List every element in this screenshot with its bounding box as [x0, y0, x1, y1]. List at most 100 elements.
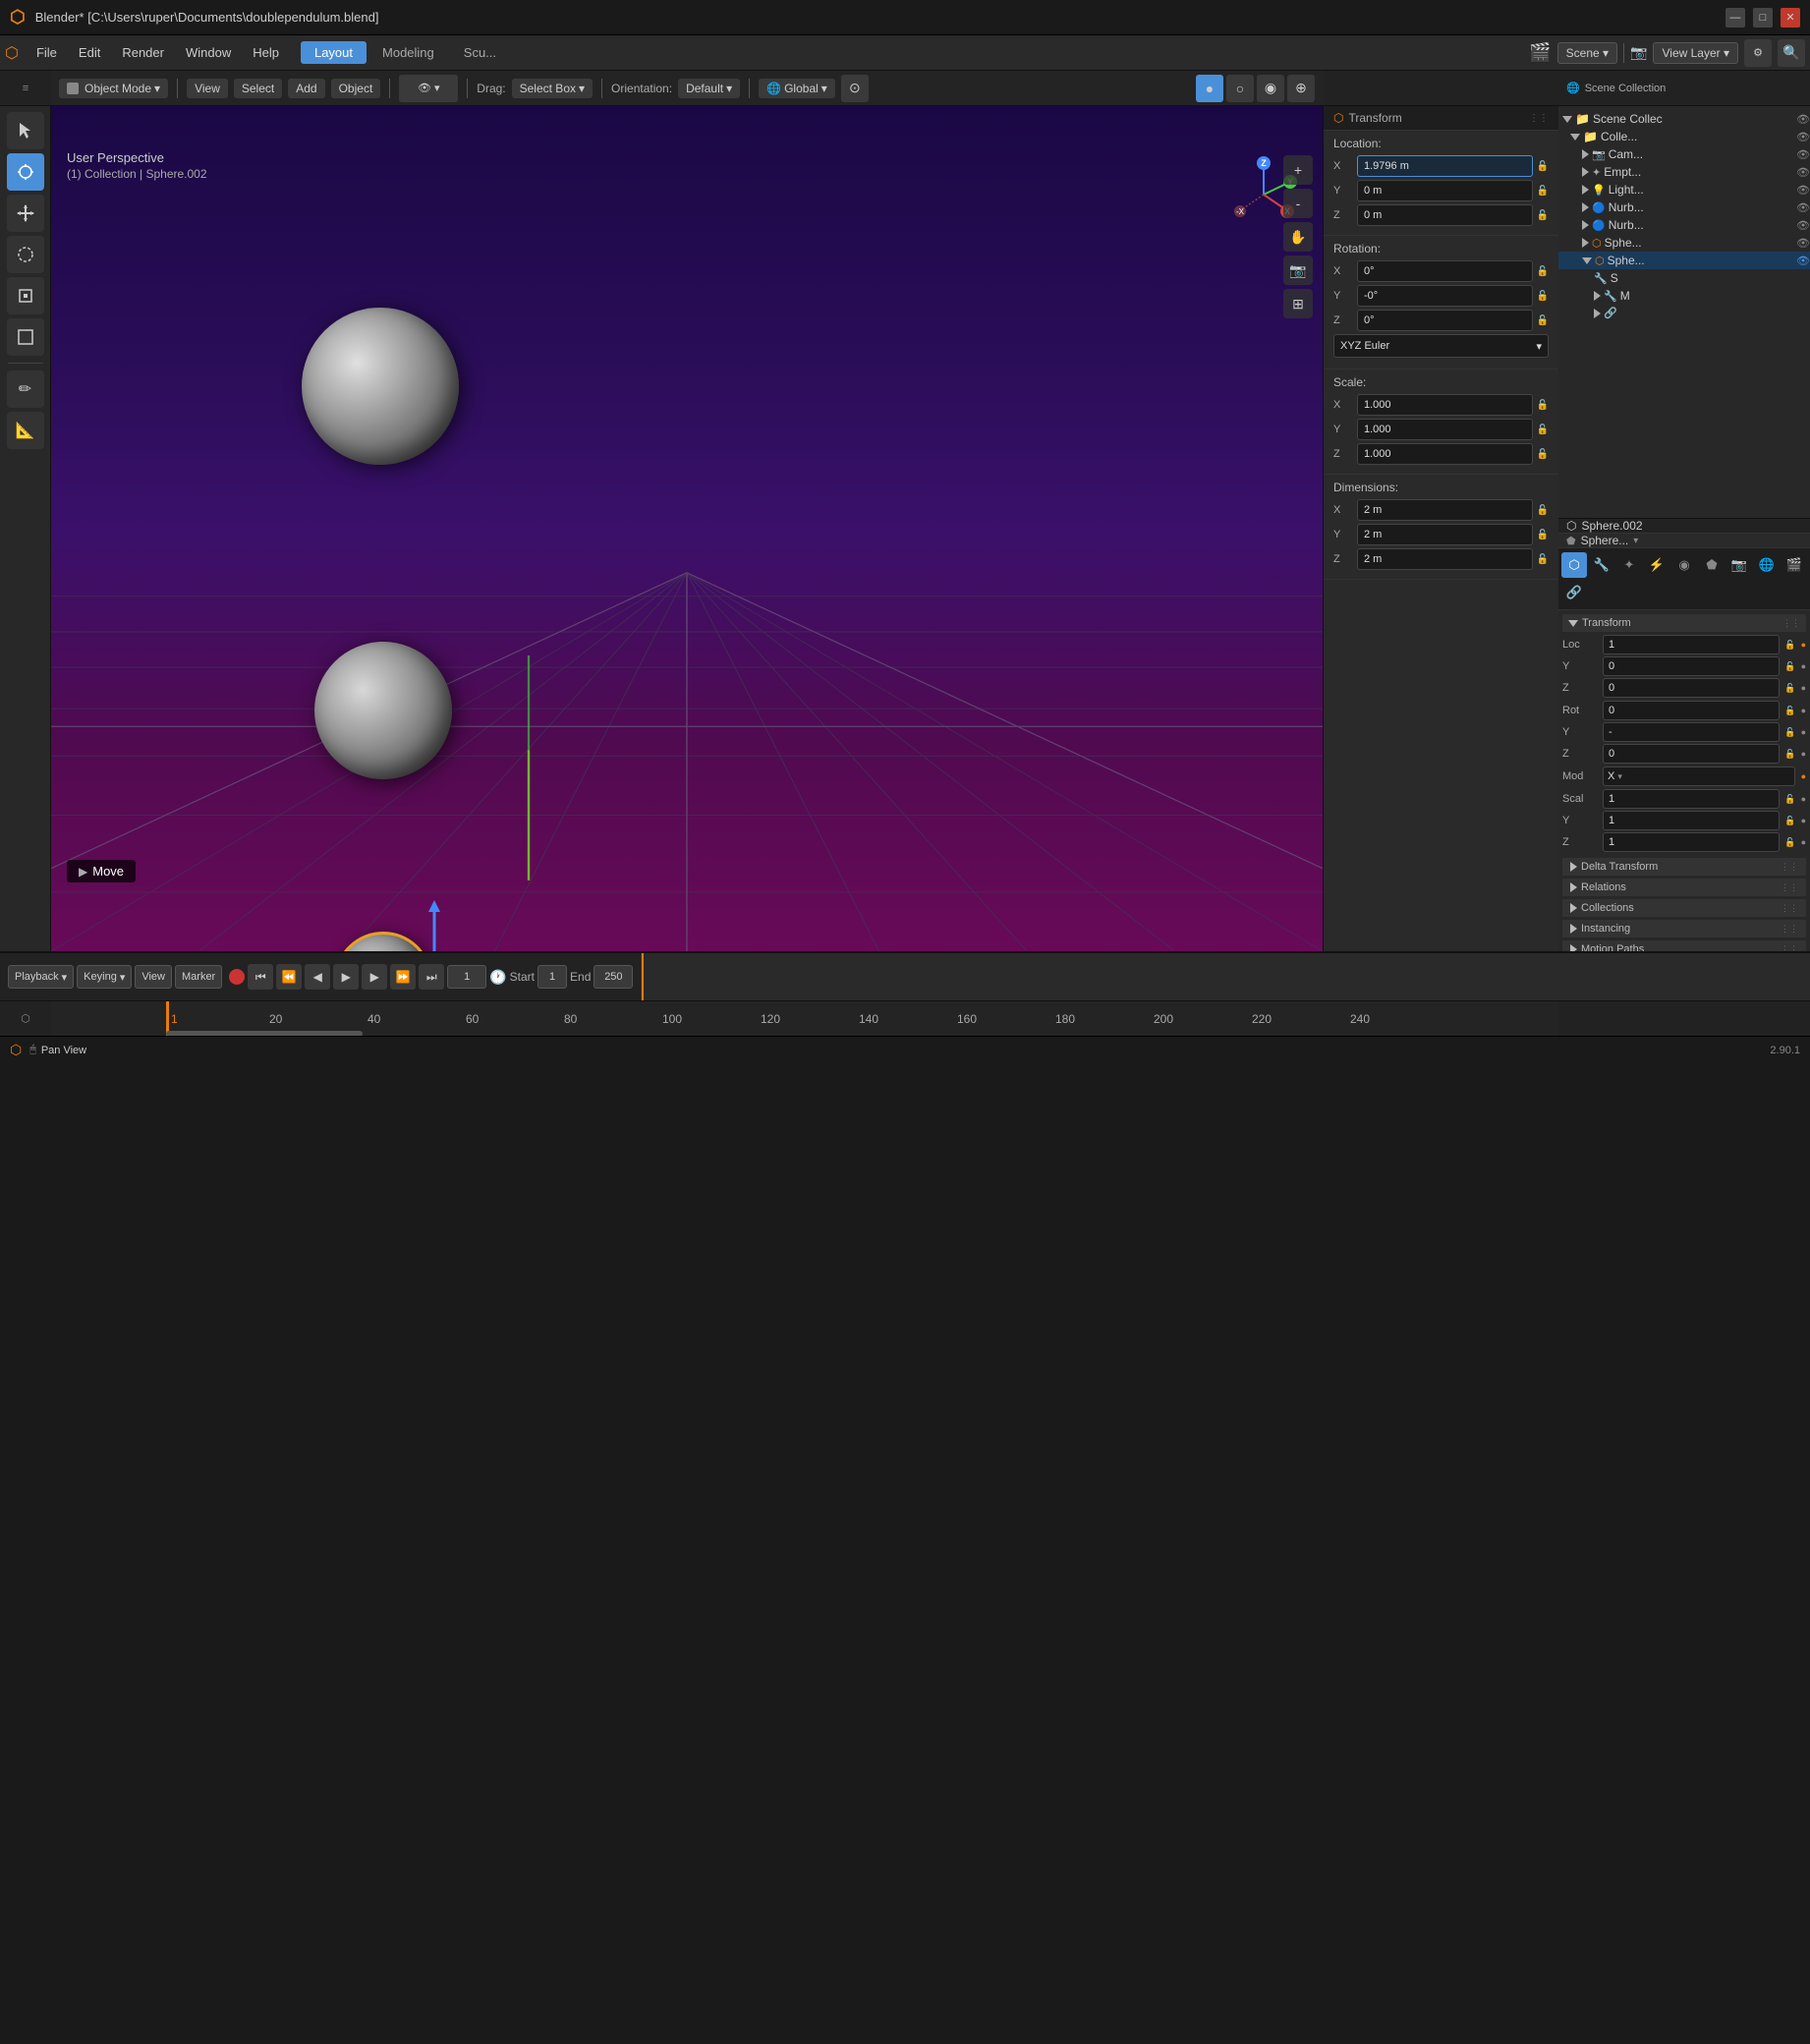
loc-z-input[interactable]: 0 m — [1357, 204, 1533, 226]
grab-tool-btn[interactable]: ✋ — [1283, 222, 1313, 252]
prev-frame-btn[interactable]: ◀ — [305, 964, 330, 990]
prop-loc-z[interactable]: 0 — [1603, 678, 1780, 698]
relations-toggle[interactable]: Relations ⋮⋮ — [1562, 879, 1806, 896]
object-data-icon[interactable]: ◉ — [1671, 552, 1697, 578]
prop-rot-z[interactable]: 0 — [1603, 744, 1780, 764]
overlay-btn[interactable]: ⊕ — [1287, 75, 1315, 102]
scale-z-input[interactable]: 1.000 — [1357, 443, 1533, 465]
start-frame[interactable]: 1 — [537, 965, 567, 989]
rot-z-input[interactable]: 0° — [1357, 310, 1533, 331]
constraints-icon[interactable]: 🔗 — [1561, 580, 1587, 605]
motion-paths-toggle[interactable]: Motion Paths ⋮⋮ — [1562, 940, 1806, 951]
add-menu[interactable]: Add — [288, 79, 324, 98]
particles-icon[interactable]: ✦ — [1616, 552, 1642, 578]
sphere-upper[interactable] — [302, 308, 459, 465]
loc-x-lock[interactable]: 🔓 — [1537, 161, 1549, 172]
workspace-tab-layout[interactable]: Layout — [301, 41, 367, 64]
render-icon-btn[interactable]: 📷 — [1726, 552, 1752, 578]
rot-y-lock[interactable]: 🔓 — [1537, 291, 1549, 302]
scal-y-lock[interactable]: 🔓 — [1784, 816, 1795, 826]
orientation-btn[interactable]: Default ▾ — [678, 79, 740, 98]
outliner-item-s-modifier[interactable]: 🔧 S — [1558, 269, 1810, 287]
dim-y-input[interactable]: 2 m — [1357, 524, 1533, 545]
viewport[interactable]: User Perspective (1) Collection | Sphere… — [51, 106, 1323, 951]
object-mode-btn[interactable]: Object Mode ▾ — [59, 79, 168, 98]
wireframe-btn[interactable]: ○ — [1226, 75, 1254, 102]
delta-transform-toggle[interactable]: Delta Transform ⋮⋮ — [1562, 858, 1806, 876]
outliner-item-empty[interactable]: ✦ Empt... 👁 — [1558, 163, 1810, 181]
next-frame-btn[interactable]: ▶ — [362, 964, 387, 990]
dim-y-lock[interactable]: 🔓 — [1537, 530, 1549, 540]
rot-x-lock-small[interactable]: 🔓 — [1784, 706, 1795, 716]
prev-keyframe-btn[interactable]: ⏪ — [276, 964, 302, 990]
menu-render[interactable]: Render — [112, 41, 174, 64]
proportional-edit-btn[interactable]: ⊙ — [841, 75, 869, 102]
zoom-in-btn[interactable]: + — [1283, 155, 1313, 185]
prop-scal-y[interactable]: 1 — [1603, 811, 1780, 830]
scale-x-lock[interactable]: 🔓 — [1537, 400, 1549, 411]
loc-x-lock-small[interactable]: 🔓 — [1784, 640, 1795, 651]
menu-window[interactable]: Window — [176, 41, 241, 64]
search-btn[interactable]: 🔍 — [1778, 39, 1805, 67]
scene-selector[interactable]: Scene ▾ — [1557, 42, 1617, 64]
cursor-tool[interactable] — [7, 153, 44, 191]
sphere-middle[interactable] — [314, 642, 452, 779]
prop-loc-x[interactable]: 1 — [1603, 635, 1780, 654]
minimize-button[interactable]: — — [1725, 8, 1745, 28]
select-box-btn[interactable]: Select Box ▾ — [512, 79, 593, 98]
prop-scal-z[interactable]: 1 — [1603, 832, 1780, 852]
scale-y-input[interactable]: 1.000 — [1357, 419, 1533, 440]
playback-dropdown[interactable]: Playback ▾ — [8, 965, 74, 989]
outliner-item-camera[interactable]: 📷 Cam... 👁 — [1558, 145, 1810, 163]
loc-y-input[interactable]: 0 m — [1357, 180, 1533, 201]
jump-start-btn[interactable]: ⏮ — [248, 964, 273, 990]
maximize-button[interactable]: □ — [1753, 8, 1773, 28]
show-overlay-btn[interactable]: 👁 ▾ — [399, 75, 458, 102]
physics-icon[interactable]: ⚡ — [1644, 552, 1669, 578]
menu-file[interactable]: File — [27, 41, 67, 64]
prop-rot-y[interactable]: - — [1603, 722, 1780, 742]
dim-x-input[interactable]: 2 m — [1357, 499, 1533, 521]
dim-x-lock[interactable]: 🔓 — [1537, 505, 1549, 516]
current-frame[interactable]: 1 — [447, 965, 486, 989]
menu-edit[interactable]: Edit — [69, 41, 110, 64]
loc-z-lock[interactable]: 🔓 — [1537, 210, 1549, 221]
outliner-item-sphere2-selected[interactable]: ⬡ Sphe... 👁 — [1558, 252, 1810, 269]
instancing-toggle[interactable]: Instancing ⋮⋮ — [1562, 920, 1806, 937]
rendered-btn[interactable]: ◉ — [1257, 75, 1284, 102]
object-menu[interactable]: Object — [331, 79, 381, 98]
view-dropdown[interactable]: View — [135, 965, 172, 989]
grid-btn[interactable]: ⊞ — [1283, 289, 1313, 318]
measure-tool[interactable]: 📐 — [7, 412, 44, 449]
zoom-out-btn[interactable]: - — [1283, 189, 1313, 218]
global-btn[interactable]: 🌐 Global ▾ — [759, 79, 835, 98]
dim-z-lock[interactable]: 🔓 — [1537, 554, 1549, 565]
keying-dropdown[interactable]: Keying ▾ — [77, 965, 132, 989]
play-btn[interactable]: ▶ — [333, 964, 359, 990]
loc-z-lock-small[interactable]: 🔓 — [1784, 683, 1795, 694]
close-button[interactable]: ✕ — [1781, 8, 1800, 28]
rot-x-input[interactable]: 0° — [1357, 260, 1533, 282]
editor-type-btn[interactable]: ⚙ — [1744, 39, 1772, 67]
record-btn[interactable] — [229, 969, 245, 985]
select-menu[interactable]: Select — [234, 79, 282, 98]
prop-rot-x[interactable]: 0 — [1603, 701, 1780, 720]
workspace-tab-modeling[interactable]: Modeling — [368, 41, 448, 64]
loc-y-lock[interactable]: 🔓 — [1537, 186, 1549, 197]
workspace-tab-sculpt[interactable]: Scu... — [450, 41, 510, 64]
outliner-item-nurbs2[interactable]: 🔵 Nurb... 👁 — [1558, 216, 1810, 234]
move-tool[interactable] — [7, 195, 44, 232]
next-keyframe-btn[interactable]: ⏩ — [390, 964, 416, 990]
loc-y-lock-small[interactable]: 🔓 — [1784, 661, 1795, 672]
transform-gizmo[interactable] — [356, 892, 513, 951]
select-tool[interactable] — [7, 112, 44, 149]
material-selector[interactable]: Sphere... — [1581, 534, 1629, 547]
timeline-track[interactable] — [642, 953, 1810, 1000]
world-icon-btn[interactable]: 🌐 — [1754, 552, 1780, 578]
dim-z-input[interactable]: 2 m — [1357, 548, 1533, 570]
prop-loc-y[interactable]: 0 — [1603, 656, 1780, 676]
jump-end-btn[interactable]: ⏭ — [419, 964, 444, 990]
material-icon-btn[interactable]: ⬟ — [1699, 552, 1725, 578]
rotate-tool[interactable] — [7, 236, 44, 273]
rot-z-lock-small[interactable]: 🔓 — [1784, 749, 1795, 760]
